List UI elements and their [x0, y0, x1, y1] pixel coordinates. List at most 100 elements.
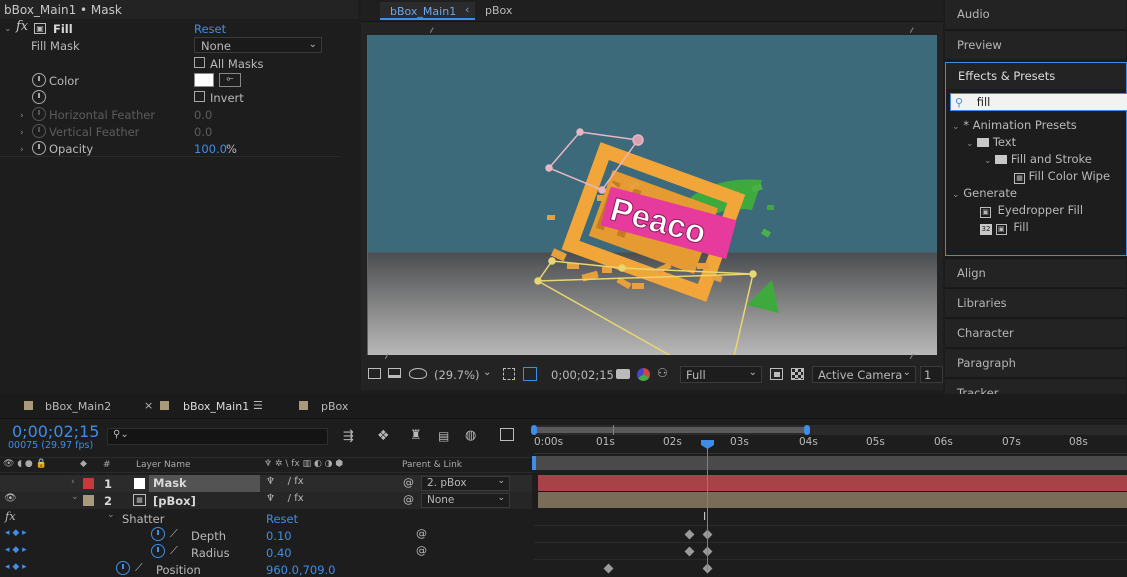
- all-masks-checkbox[interactable]: [194, 57, 205, 68]
- grid-toggle-icon[interactable]: [503, 368, 515, 380]
- character-panel-tab[interactable]: Character: [945, 318, 1126, 347]
- pickwhip-icon[interactable]: @: [416, 544, 427, 557]
- viewer-timecode[interactable]: 0;00;02;15: [551, 368, 614, 382]
- paragraph-panel-tab[interactable]: Paragraph: [945, 348, 1126, 377]
- layer-label-color[interactable]: [83, 478, 94, 489]
- time-navigator[interactable]: [531, 425, 1127, 435]
- collapse-arrow-icon[interactable]: ⌄: [4, 22, 12, 36]
- opacity-value[interactable]: 100.0: [194, 142, 227, 156]
- layer-label-color[interactable]: [83, 495, 94, 506]
- current-timecode[interactable]: 0;00;02;15: [12, 422, 99, 441]
- comp-flowchart-icon[interactable]: ⇶: [343, 429, 354, 444]
- tree-item-animation-presets[interactable]: ⌄ * Animation Presets: [952, 118, 1077, 132]
- color-channels-icon[interactable]: [637, 368, 650, 381]
- draft-3d-icon[interactable]: ❖: [377, 428, 390, 444]
- views-dropdown[interactable]: 1 V: [920, 366, 943, 383]
- eye-icon[interactable]: 👁: [4, 493, 17, 504]
- layer-name-box[interactable]: Mask: [149, 475, 260, 492]
- keyframe-nav-icons[interactable]: ◂ ◆ ▸: [5, 545, 27, 555]
- expand-arrow-icon[interactable]: ›: [20, 109, 24, 123]
- layer-bar-pbox[interactable]: [538, 492, 1127, 508]
- fill-mask-dropdown[interactable]: None ⌄: [194, 37, 322, 53]
- panel-menu-icon[interactable]: ☰: [253, 399, 263, 412]
- libraries-panel-tab[interactable]: Libraries: [945, 288, 1126, 317]
- timeline-tab-bbox-main2[interactable]: bBox_Main2: [45, 400, 111, 413]
- snapshot-region-icon[interactable]: [368, 368, 381, 379]
- layer-row[interactable]: › 1 Mask ♆ / fx @ 2. pBox ⌄: [0, 475, 532, 492]
- timeline-tab-bbox-main1[interactable]: bBox_Main1: [183, 400, 249, 413]
- align-panel-tab[interactable]: Align: [945, 258, 1126, 287]
- collapse-arrow-icon[interactable]: ⌄: [107, 510, 115, 520]
- color-swatch[interactable]: [194, 73, 214, 87]
- preview-panel-tab[interactable]: Preview: [945, 30, 1126, 59]
- comp-viewport[interactable]: Peaco: [367, 35, 937, 355]
- graph-icon[interactable]: ⟋: [170, 544, 178, 558]
- tree-item-fill-color-wipe[interactable]: ▦ Fill Color Wipe: [1014, 169, 1110, 184]
- fast-preview-icon[interactable]: [770, 368, 783, 380]
- tree-item-fill-and-stroke[interactable]: ⌄ Fill and Stroke: [984, 152, 1092, 166]
- layer-search-input[interactable]: ⚲⌄: [107, 428, 328, 445]
- parent-dropdown[interactable]: None ⌄: [421, 493, 510, 508]
- time-ruler[interactable]: 0:00s 01s 02s 03s 04s 05s 06s 07s 08s: [534, 436, 1127, 454]
- parent-dropdown[interactable]: 2. pBox ⌄: [421, 476, 510, 491]
- graph-editor-icon[interactable]: [500, 428, 514, 441]
- effects-presets-header[interactable]: Effects & Presets: [946, 63, 1126, 89]
- frame-blending-icon[interactable]: ▤: [438, 429, 449, 443]
- keyframe-nav-icons[interactable]: ◂ ◆ ▸: [5, 528, 27, 538]
- pickwhip-icon[interactable]: @: [403, 476, 414, 489]
- work-area-bar[interactable]: [532, 456, 1127, 470]
- work-area-start[interactable]: [532, 456, 536, 470]
- monitor-icon[interactable]: [388, 368, 401, 378]
- comp-tab-bbox-main1[interactable]: bBox_Main1: [380, 2, 475, 20]
- stopwatch-icon[interactable]: [32, 73, 46, 87]
- stopwatch-icon[interactable]: [116, 561, 130, 575]
- navigator-end-handle[interactable]: [804, 425, 810, 435]
- pickwhip-icon[interactable]: @: [416, 527, 427, 540]
- shy-layers-icon[interactable]: ♜: [410, 428, 422, 443]
- expand-arrow-icon[interactable]: ›: [20, 143, 24, 157]
- playhead[interactable]: [701, 440, 714, 570]
- switch-icons[interactable]: ♆ / fx: [266, 476, 304, 487]
- effect-reset-link[interactable]: Reset: [194, 22, 226, 36]
- resolution-dropdown[interactable]: Full ⌄: [680, 366, 762, 383]
- layer-bar-mask[interactable]: [538, 475, 1127, 491]
- graph-icon[interactable]: ⟋: [135, 561, 143, 575]
- region-of-interest-icon[interactable]: [523, 367, 537, 381]
- stopwatch-icon[interactable]: [151, 544, 165, 558]
- effects-search-field[interactable]: ⚲ fill: [950, 93, 1127, 111]
- channel-menu-icon[interactable]: ⚇: [657, 366, 668, 380]
- radius-value[interactable]: 0.40: [266, 546, 292, 560]
- fx-icon[interactable]: fx: [16, 20, 28, 34]
- transparency-grid-icon[interactable]: [791, 368, 804, 380]
- col-layer-name[interactable]: Layer Name: [136, 460, 191, 470]
- shatter-label[interactable]: Shatter: [122, 512, 164, 526]
- comp-tab-pbox[interactable]: pBox: [485, 4, 512, 17]
- layer-name[interactable]: [pBox]: [153, 494, 196, 508]
- stopwatch-icon[interactable]: [151, 527, 165, 541]
- camera-dropdown[interactable]: Active Camera ⌄: [812, 366, 916, 383]
- stopwatch-icon[interactable]: [32, 141, 46, 155]
- chevron-down-icon[interactable]: ⌄: [483, 367, 491, 378]
- keyframe[interactable]: [603, 563, 614, 574]
- camera-snapshot-icon[interactable]: [616, 369, 630, 379]
- shatter-reset-link[interactable]: Reset: [266, 512, 298, 526]
- invert-checkbox[interactable]: [194, 91, 205, 102]
- zoom-level[interactable]: (29.7%): [434, 368, 480, 382]
- position-value[interactable]: 960.0,709.0: [266, 563, 336, 577]
- switch-icons[interactable]: ♆ / fx: [266, 493, 304, 504]
- motion-blur-icon[interactable]: ◍: [465, 428, 476, 443]
- tree-item-generate[interactable]: ⌄ Generate: [952, 186, 1017, 200]
- navigator-range[interactable]: [534, 427, 807, 433]
- expand-arrow-icon[interactable]: ›: [71, 477, 75, 487]
- mask-toggle-icon[interactable]: [409, 368, 427, 379]
- stopwatch-icon[interactable]: [32, 90, 46, 104]
- chevron-left-icon[interactable]: ‹: [465, 3, 469, 16]
- fx-icon[interactable]: fx: [5, 509, 16, 523]
- tree-item-eyedropper-fill[interactable]: ▣ Eyedropper Fill: [980, 203, 1083, 218]
- expand-arrow-icon[interactable]: ›: [20, 126, 24, 140]
- pickwhip-icon[interactable]: @: [403, 493, 414, 506]
- keyframe-nav-icons[interactable]: ◂ ◆ ▸: [5, 562, 27, 572]
- tree-item-text[interactable]: ⌄ Text: [966, 135, 1016, 149]
- layer-row[interactable]: 👁 ⌄ 2 ▦ [pBox] ♆ / fx @ None ⌄: [0, 492, 532, 509]
- depth-value[interactable]: 0.10: [266, 529, 292, 543]
